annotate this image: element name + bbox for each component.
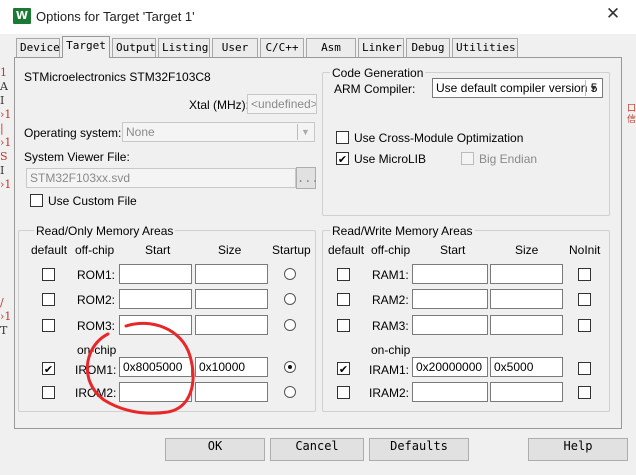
iram2-size-input[interactable]	[490, 382, 563, 402]
ram2-start-input[interactable]	[412, 289, 488, 309]
iram1-noinit-checkbox[interactable]	[578, 362, 591, 375]
rom1-startup-radio[interactable]	[284, 268, 296, 280]
rw-header-default: default	[328, 243, 365, 257]
iram2-noinit-checkbox[interactable]	[578, 386, 591, 399]
title-bar: W Options for Target 'Target 1' ✕	[0, 0, 636, 34]
ok-button[interactable]: OK	[165, 438, 265, 461]
chevron-down-icon: ▼	[585, 80, 601, 96]
close-icon[interactable]: ✕	[598, 4, 628, 30]
device-name: STMicroelectronics STM32F103C8	[24, 70, 211, 84]
ram2-noinit-checkbox[interactable]	[578, 293, 591, 306]
rom2-start-input[interactable]	[119, 289, 192, 309]
rom2-label: ROM2:	[77, 293, 116, 307]
os-value: None	[126, 125, 155, 139]
rw-header-offchip: off-chip	[371, 243, 411, 257]
irom2-startup-radio[interactable]	[284, 386, 296, 398]
ram1-noinit-checkbox[interactable]	[578, 268, 591, 281]
tab-device[interactable]: Device	[16, 38, 60, 57]
help-button[interactable]: Help	[528, 438, 628, 461]
cross-module-checkbox[interactable]	[336, 131, 349, 144]
tab-utilities[interactable]: Utilities	[452, 38, 518, 57]
tab-asm[interactable]: Asm	[306, 38, 356, 57]
rom2-default-checkbox[interactable]	[42, 293, 55, 306]
irom1-default-checkbox[interactable]: ✔	[42, 362, 55, 376]
code-generation-label: Code Generation	[330, 66, 426, 80]
arm-compiler-value: Use default compiler version 5	[436, 81, 598, 95]
svd-label: System Viewer File:	[24, 150, 130, 164]
ro-header-start: Start	[145, 243, 171, 257]
iram1-size-input[interactable]: 0x5000	[490, 357, 563, 377]
iram1-start-input[interactable]: 0x20000000	[412, 357, 488, 377]
rw-header-start: Start	[440, 243, 466, 257]
xtal-input[interactable]: <undefined>	[247, 94, 317, 114]
microlib-label: Use MicroLIB	[354, 152, 427, 166]
ram2-default-checkbox[interactable]	[337, 293, 350, 306]
tab-linker[interactable]: Linker	[358, 38, 404, 57]
keil-app-icon: W	[13, 8, 31, 24]
use-custom-file-checkbox[interactable]	[30, 194, 43, 207]
ram1-default-checkbox[interactable]	[337, 268, 350, 281]
chevron-down-icon: ▼	[297, 124, 313, 140]
tab-user[interactable]: User	[212, 38, 258, 57]
ro-header-default: default	[31, 243, 68, 257]
ram3-label: RAM3:	[372, 319, 409, 333]
arm-compiler-label: ARM Compiler:	[334, 82, 416, 96]
iram1-default-checkbox[interactable]: ✔	[337, 362, 350, 376]
ro-header-size: Size	[218, 243, 242, 257]
cancel-button[interactable]: Cancel	[270, 438, 364, 461]
cross-module-label: Use Cross-Module Optimization	[354, 131, 524, 145]
os-label: Operating system:	[24, 126, 122, 140]
defaults-button[interactable]: Defaults	[369, 438, 469, 461]
ro-header-offchip: off-chip	[75, 243, 115, 257]
ram3-start-input[interactable]	[412, 315, 488, 335]
background-window-edge-right: 口信	[627, 104, 636, 125]
ram3-default-checkbox[interactable]	[337, 319, 350, 332]
svd-browse-button[interactable]: ...	[296, 167, 319, 189]
background-window-edge: 1 A I ›1 | ›1 S I ›1	[0, 66, 12, 191]
rw-memory-label: Read/Write Memory Areas	[330, 224, 475, 238]
rom1-size-input[interactable]	[195, 264, 268, 284]
rom1-default-checkbox[interactable]	[42, 268, 55, 281]
irom1-startup-radio[interactable]	[284, 361, 296, 373]
rom3-default-checkbox[interactable]	[42, 319, 55, 332]
rom3-startup-radio[interactable]	[284, 319, 296, 331]
rom2-startup-radio[interactable]	[284, 293, 296, 305]
tab-debug[interactable]: Debug	[406, 38, 450, 57]
tab-listing[interactable]: Listing	[158, 38, 210, 57]
ram1-label: RAM1:	[372, 268, 409, 282]
ro-header-startup: Startup	[272, 243, 311, 257]
use-custom-file-label: Use Custom File	[48, 194, 137, 208]
ram1-start-input[interactable]	[412, 264, 488, 284]
xtal-label: Xtal (MHz):	[189, 98, 249, 112]
rw-header-noinit: NoInit	[569, 243, 601, 257]
ram1-size-input[interactable]	[490, 264, 563, 284]
ram3-noinit-checkbox[interactable]	[578, 319, 591, 332]
iram1-label: IRAM1:	[369, 363, 410, 377]
rom2-size-input[interactable]	[195, 289, 268, 309]
red-annotation-circle	[85, 321, 195, 415]
iram2-label: IRAM2:	[369, 386, 410, 400]
ram3-size-input[interactable]	[490, 315, 563, 335]
ram2-size-input[interactable]	[490, 289, 563, 309]
ram2-label: RAM2:	[372, 293, 409, 307]
window-title: Options for Target 'Target 1'	[36, 9, 195, 24]
rom1-start-input[interactable]	[119, 264, 192, 284]
iram2-default-checkbox[interactable]	[337, 386, 350, 399]
ro-memory-label: Read/Only Memory Areas	[34, 224, 176, 238]
rw-header-size: Size	[515, 243, 539, 257]
tab-output[interactable]: Output	[112, 38, 156, 57]
irom2-default-checkbox[interactable]	[42, 386, 55, 399]
tab-target[interactable]: Target	[62, 36, 110, 58]
iram2-start-input[interactable]	[412, 382, 488, 402]
svd-file-input[interactable]: STM32F103xx.svd	[26, 168, 296, 188]
arm-compiler-select[interactable]: Use default compiler version 5 ▼	[432, 78, 603, 98]
os-select[interactable]: None ▼	[122, 122, 315, 142]
microlib-checkbox[interactable]: ✔	[336, 152, 349, 166]
big-endian-label: Big Endian	[479, 152, 538, 166]
big-endian-checkbox[interactable]	[461, 152, 474, 165]
rom1-label: ROM1:	[77, 268, 116, 282]
rw-onchip-label: on-chip	[371, 343, 411, 357]
tab-c-cpp[interactable]: C/C++	[260, 38, 304, 57]
background-window-edge-lower: / ›1 T	[0, 296, 12, 337]
